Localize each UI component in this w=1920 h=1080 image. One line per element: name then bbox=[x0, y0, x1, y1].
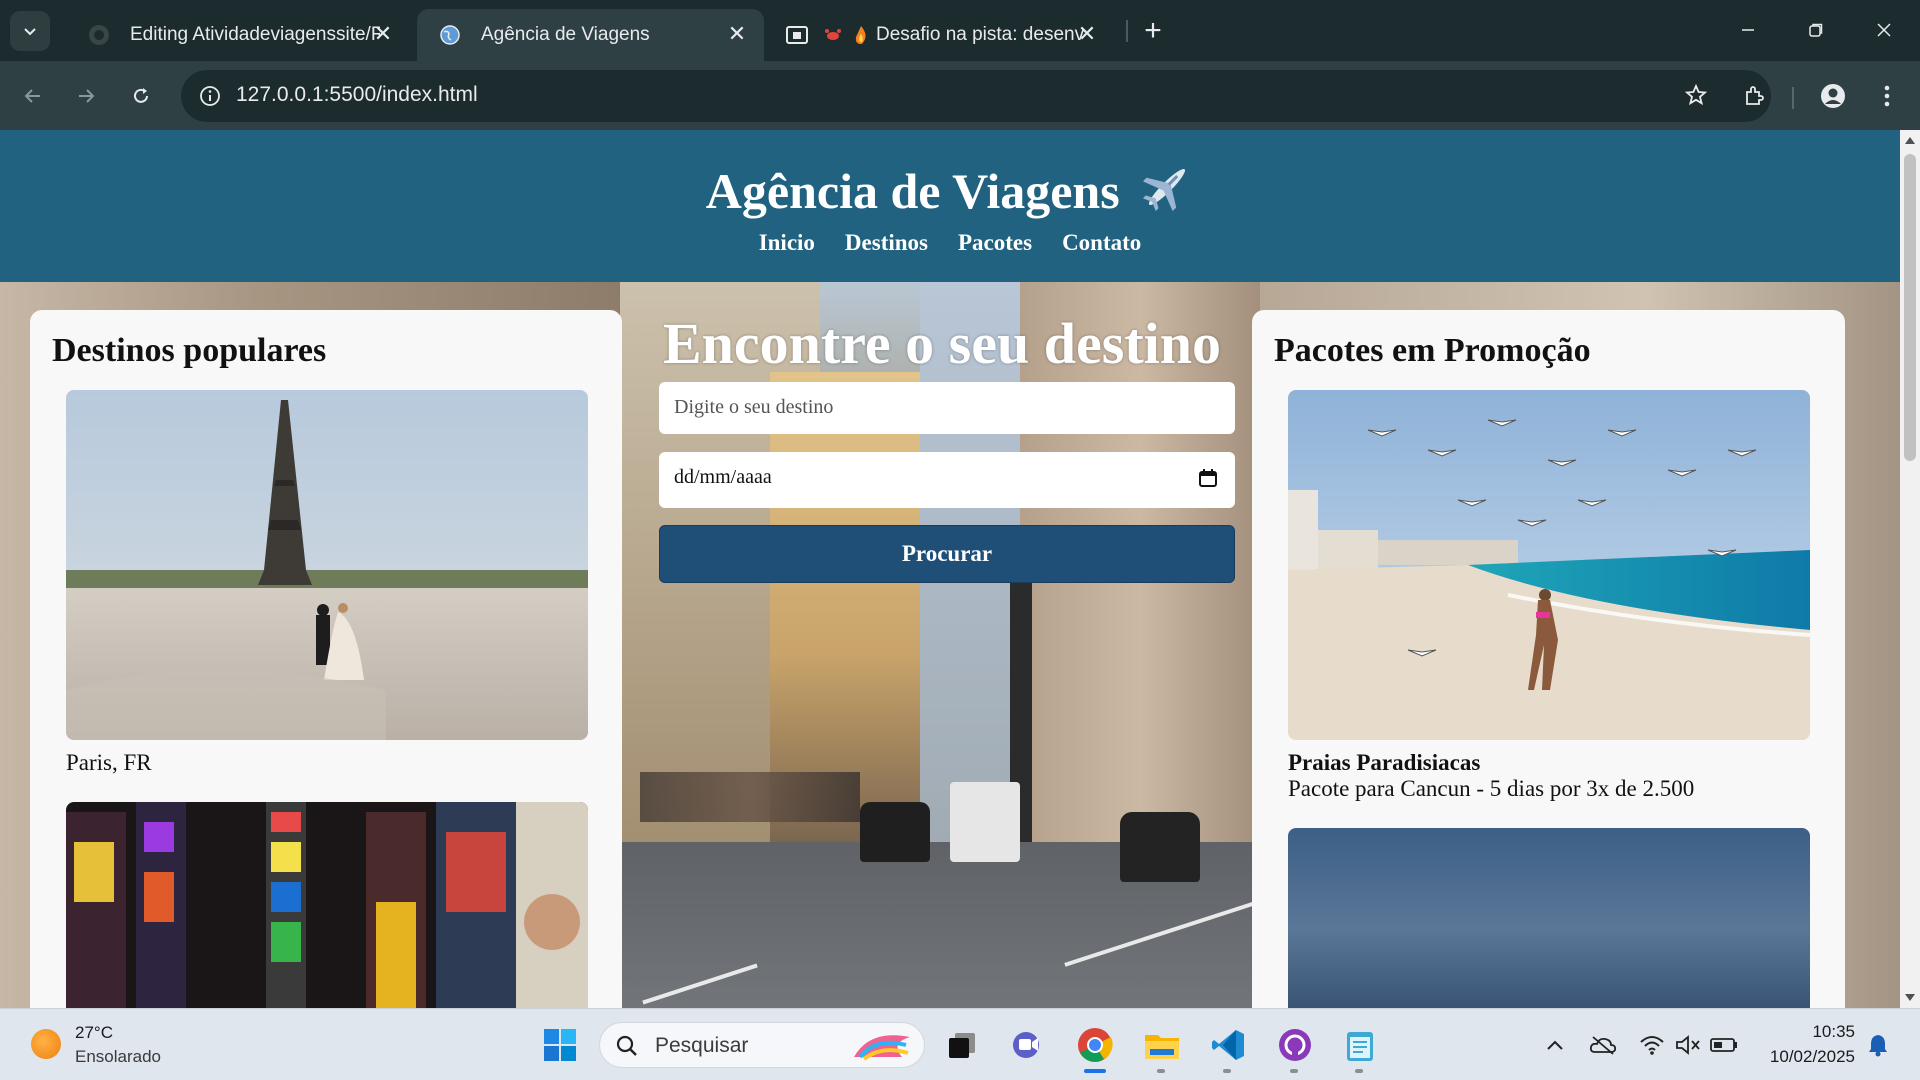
close-tab-icon[interactable]: ✕ bbox=[370, 21, 396, 47]
site-header: Agência de Viagens Inicio Destinos Pacot… bbox=[0, 130, 1900, 282]
chevron-down-icon bbox=[24, 28, 36, 36]
profile-avatar-icon[interactable] bbox=[1814, 77, 1852, 115]
package-title: Praias Paradisiacas bbox=[1288, 750, 1481, 775]
sun-weather-icon[interactable] bbox=[31, 1029, 61, 1059]
volume-muted-icon[interactable] bbox=[1674, 1031, 1702, 1059]
chevron-up-icon[interactable] bbox=[1541, 1031, 1569, 1059]
weather-description[interactable]: Ensolarado bbox=[75, 1047, 161, 1067]
notepad-icon[interactable] bbox=[1340, 1025, 1380, 1065]
close-icon bbox=[1877, 23, 1891, 37]
promo-packages-heading: Pacotes em Promoção bbox=[1274, 332, 1591, 369]
address-bar[interactable]: 127.0.0.1:5500/index.html bbox=[181, 70, 1771, 122]
nav-link-contato[interactable]: Contato bbox=[1062, 230, 1141, 256]
site-title-text: Agência de Viagens bbox=[705, 163, 1120, 219]
scroll-down-arrow-icon[interactable] bbox=[1905, 994, 1915, 1001]
crab-icon bbox=[820, 22, 846, 48]
nav-link-pacotes[interactable]: Pacotes bbox=[958, 230, 1032, 256]
restore-icon bbox=[1809, 23, 1823, 37]
destination-search-input[interactable]: Digite o seu destino bbox=[659, 382, 1235, 434]
page-viewport: Agência de Viagens Inicio Destinos Pacot… bbox=[0, 130, 1900, 1008]
date-placeholder: dd/mm/aaaa bbox=[674, 466, 772, 488]
battery-icon[interactable] bbox=[1710, 1031, 1738, 1059]
tab-separator bbox=[1126, 20, 1128, 42]
tab-search-button[interactable] bbox=[10, 11, 50, 51]
popular-destinations-card: Destinos populares Paris, FR bbox=[30, 310, 622, 1008]
clock-time[interactable]: 10:35 bbox=[1765, 1022, 1855, 1042]
minimize-button[interactable] bbox=[1724, 10, 1772, 50]
site-title: Agência de Viagens bbox=[0, 160, 1900, 220]
task-view-icon[interactable] bbox=[942, 1025, 982, 1065]
taskbar-search-box[interactable]: Pesquisar bbox=[599, 1022, 925, 1068]
new-tab-button[interactable]: + bbox=[1136, 14, 1170, 48]
search-highlight-icon bbox=[854, 1035, 910, 1061]
menu-kebab-icon[interactable] bbox=[1868, 77, 1906, 115]
site-info-icon[interactable] bbox=[195, 81, 225, 111]
windows-taskbar: 27°C Ensolarado Pesquisar 10:35 10/02/20… bbox=[0, 1008, 1920, 1080]
teams-meet-icon[interactable] bbox=[1008, 1025, 1048, 1065]
reload-button[interactable] bbox=[122, 77, 160, 115]
close-tab-icon[interactable]: ✕ bbox=[724, 21, 750, 47]
times-square-photo[interactable] bbox=[66, 802, 588, 1008]
tab-agencia-de-viagens[interactable]: Agência de Viagens ✕ bbox=[417, 9, 764, 61]
package-description: Pacote para Cancun - 5 dias por 3x de 2.… bbox=[1288, 776, 1695, 801]
reload-icon bbox=[134, 88, 148, 103]
date-input[interactable]: dd/mm/aaaa bbox=[659, 452, 1235, 508]
fire-icon bbox=[848, 22, 874, 48]
notification-bell-icon[interactable] bbox=[1864, 1031, 1892, 1059]
clock-date[interactable]: 10/02/2025 bbox=[1760, 1047, 1855, 1067]
tab-github-editor[interactable]: Editing Atividadeviagenssite/RE ✕ bbox=[66, 9, 410, 61]
tab-desafio-na-pista[interactable]: Desafio na pista: desenv ✕ bbox=[770, 9, 1114, 61]
picture-in-picture-icon bbox=[784, 22, 810, 48]
airplane-icon bbox=[1143, 168, 1186, 212]
windows-start-icon[interactable] bbox=[540, 1025, 580, 1065]
bookmark-star-icon[interactable] bbox=[1677, 76, 1715, 114]
tab-title: Desafio na pista: desenv bbox=[876, 24, 1085, 45]
cloudy-sky-photo[interactable] bbox=[1288, 828, 1810, 1008]
cancun-beach-photo[interactable] bbox=[1288, 390, 1810, 740]
nav-link-inicio[interactable]: Inicio bbox=[759, 230, 815, 256]
browser-toolbar: 127.0.0.1:5500/index.html bbox=[0, 61, 1920, 130]
site-nav: Inicio Destinos Pacotes Contato bbox=[0, 230, 1900, 256]
search-heading: Encontre o seu destino bbox=[662, 311, 1222, 376]
github-icon bbox=[86, 22, 112, 48]
browser-tab-strip: Editing Atividadeviagenssite/RE ✕ Agênci… bbox=[0, 0, 1920, 61]
search-icon bbox=[616, 1035, 637, 1056]
url-text[interactable]: 127.0.0.1:5500/index.html bbox=[236, 83, 478, 107]
file-explorer-icon[interactable] bbox=[1142, 1025, 1182, 1065]
minimize-icon bbox=[1742, 29, 1754, 31]
wifi-icon[interactable] bbox=[1638, 1031, 1666, 1059]
weather-temperature[interactable]: 27°C bbox=[75, 1023, 113, 1043]
eiffel-tower-photo[interactable] bbox=[66, 390, 588, 740]
forward-button[interactable] bbox=[67, 77, 105, 115]
destination-caption: Paris, FR bbox=[66, 750, 152, 775]
chrome-icon[interactable] bbox=[1075, 1025, 1115, 1065]
restore-button[interactable] bbox=[1792, 10, 1840, 50]
nav-link-destinos[interactable]: Destinos bbox=[845, 230, 928, 256]
back-button[interactable] bbox=[14, 77, 52, 115]
arrow-right-icon bbox=[79, 89, 95, 103]
scroll-up-arrow-icon[interactable] bbox=[1905, 137, 1915, 144]
arrow-left-icon bbox=[24, 89, 40, 103]
popular-destinations-heading: Destinos populares bbox=[52, 332, 327, 369]
package-caption: Praias Paradisiacas Pacote para Cancun -… bbox=[1288, 750, 1694, 802]
extensions-icon[interactable] bbox=[1735, 77, 1773, 115]
calendar-icon[interactable] bbox=[1198, 468, 1218, 488]
tab-title: Editing Atividadeviagenssite/RE bbox=[130, 24, 380, 45]
close-tab-icon[interactable]: ✕ bbox=[1074, 21, 1100, 47]
tab-title: Agência de Viagens bbox=[481, 24, 650, 45]
page-scrollbar[interactable] bbox=[1900, 130, 1920, 1008]
vscode-icon[interactable] bbox=[1208, 1025, 1248, 1065]
toolbar-divider bbox=[1792, 87, 1794, 109]
taskbar-search-placeholder: Pesquisar bbox=[655, 1034, 749, 1057]
onedrive-cloud-icon[interactable] bbox=[1589, 1031, 1617, 1059]
promo-packages-card: Pacotes em Promoção Praias Paradisiacas … bbox=[1252, 310, 1845, 1008]
destination-placeholder: Digite o seu destino bbox=[674, 396, 834, 418]
scrollbar-thumb[interactable] bbox=[1904, 154, 1916, 461]
github-desktop-icon[interactable] bbox=[1275, 1025, 1315, 1065]
close-window-button[interactable] bbox=[1860, 10, 1908, 50]
globe-icon bbox=[437, 22, 463, 48]
search-button[interactable]: Procurar bbox=[659, 525, 1235, 583]
